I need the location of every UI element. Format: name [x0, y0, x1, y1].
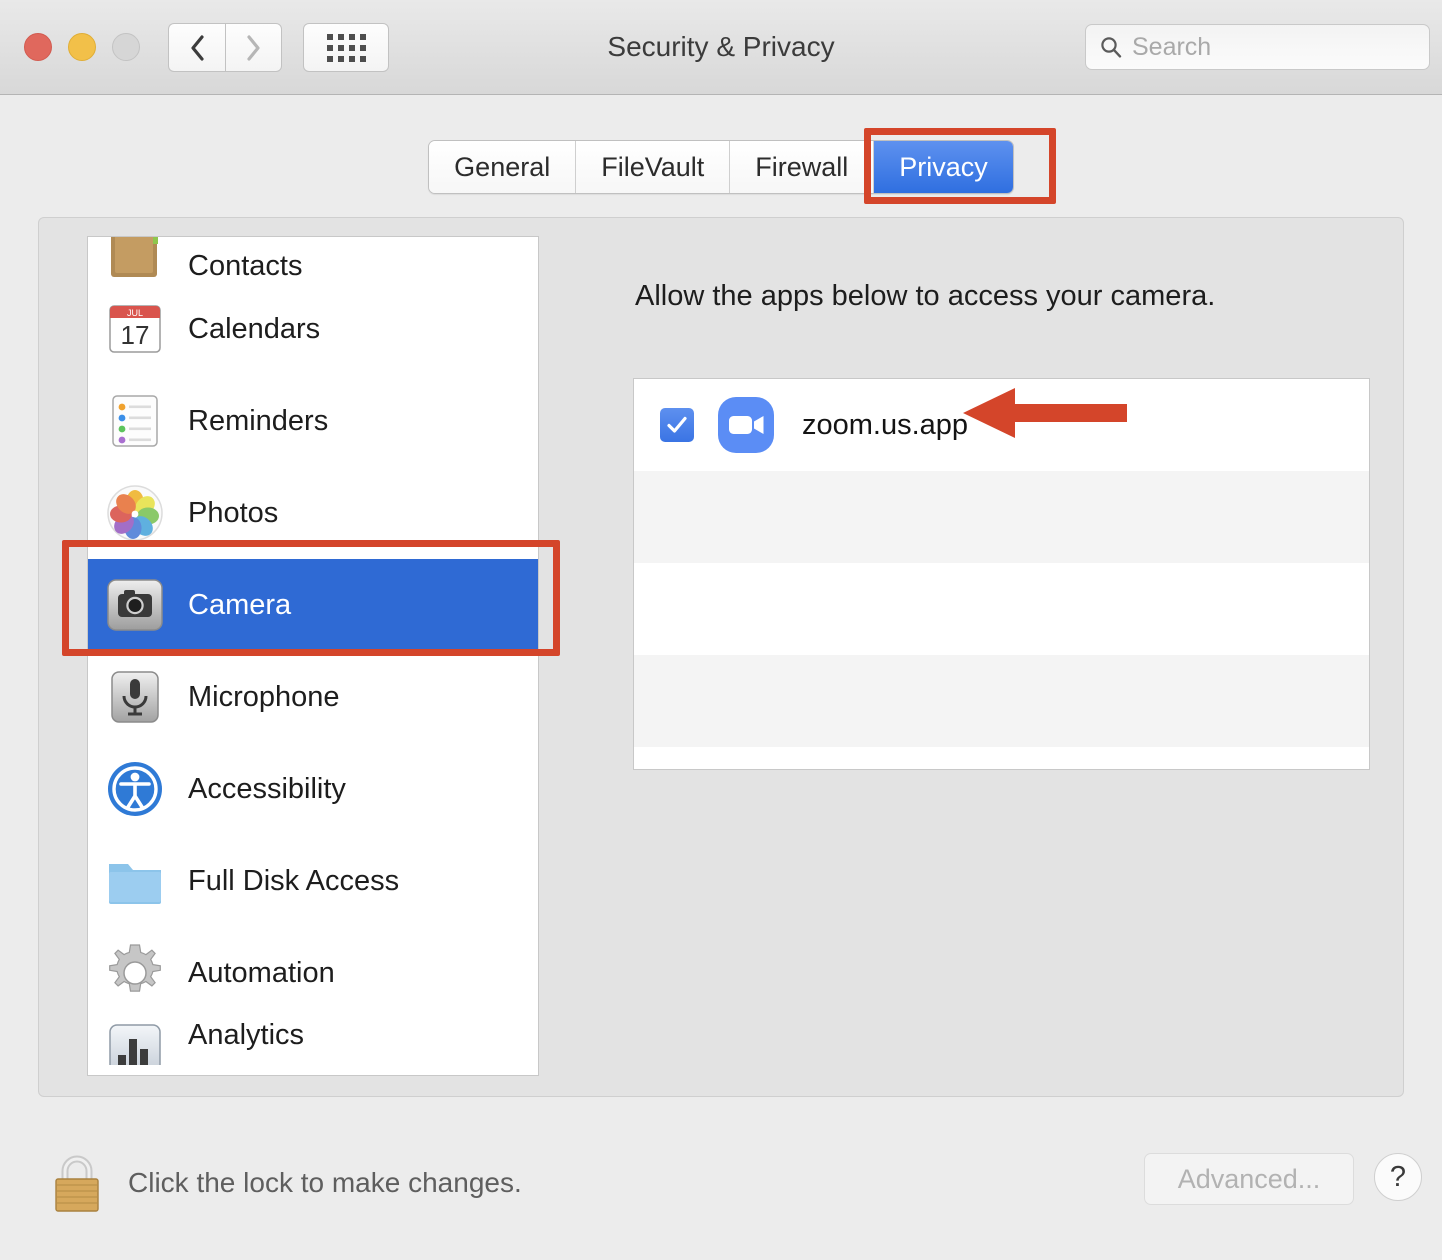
- privacy-category-list[interactable]: Contacts JUL 17 Calendars Reminders Phot…: [87, 236, 539, 1076]
- zoom-video-icon: [718, 397, 774, 453]
- sidebar-item-label: Full Disk Access: [188, 864, 400, 897]
- sidebar-item-label: Contacts: [188, 250, 303, 282]
- camera-access-pane: Allow the apps below to access your came…: [595, 236, 1390, 1076]
- checkmark-icon: [667, 416, 687, 433]
- search-icon: [1101, 37, 1122, 58]
- reminders-icon: [112, 395, 158, 447]
- privacy-panel: Contacts JUL 17 Calendars Reminders Phot…: [38, 217, 1404, 1097]
- tab-firewall[interactable]: Firewall: [730, 141, 875, 193]
- sidebar-item-automation[interactable]: Automation: [88, 927, 538, 1019]
- bottom-bar: Click the lock to make changes. Advanced…: [0, 1135, 1442, 1260]
- svg-text:JUL: JUL: [127, 308, 143, 318]
- app-checkbox[interactable]: [660, 408, 694, 442]
- sidebar-item-full-disk-access[interactable]: Full Disk Access: [88, 835, 538, 927]
- sidebar-item-camera[interactable]: Camera: [88, 559, 538, 651]
- sidebar-item-label: Analytics: [188, 1019, 305, 1051]
- analytics-icon: [109, 1024, 161, 1065]
- table-row[interactable]: [634, 747, 1369, 769]
- sidebar-item-label: Reminders: [188, 404, 329, 437]
- help-button[interactable]: ?: [1374, 1153, 1422, 1201]
- sidebar-item-contacts[interactable]: Contacts: [88, 237, 538, 283]
- gear-icon: [109, 944, 161, 992]
- advanced-button[interactable]: Advanced...: [1144, 1153, 1354, 1205]
- annotation-arrow-icon: [963, 388, 1127, 438]
- sidebar-item-microphone[interactable]: Microphone: [88, 651, 538, 743]
- accessibility-icon: [108, 762, 162, 816]
- table-row[interactable]: [634, 563, 1369, 655]
- title-bar: Security & Privacy Search: [0, 0, 1442, 95]
- tab-general[interactable]: General: [429, 141, 577, 193]
- lock-hint-text: Click the lock to make changes.: [128, 1167, 522, 1198]
- sidebar-item-calendars[interactable]: JUL 17 Calendars: [88, 283, 538, 375]
- sidebar-item-photos[interactable]: Photos: [88, 467, 538, 559]
- sidebar-item-analytics[interactable]: Analytics: [88, 1019, 538, 1065]
- tab-bar: General FileVault Firewall Privacy: [0, 140, 1442, 194]
- calendar-icon: JUL 17: [109, 305, 161, 353]
- microphone-icon: [111, 671, 159, 723]
- sidebar-item-label: Microphone: [188, 680, 340, 713]
- search-placeholder: Search: [1132, 32, 1212, 61]
- camera-icon: [107, 579, 163, 631]
- tab-filevault[interactable]: FileVault: [576, 141, 731, 193]
- sidebar-item-accessibility[interactable]: Accessibility: [88, 743, 538, 835]
- table-row[interactable]: [634, 471, 1369, 563]
- system-preferences-window: Security & Privacy Search General FileVa…: [0, 0, 1442, 1260]
- photos-icon: [107, 485, 163, 541]
- sidebar-item-label: Calendars: [188, 312, 321, 345]
- svg-text:17: 17: [121, 320, 150, 350]
- sidebar-item-label: Accessibility: [188, 772, 346, 805]
- contacts-icon: [111, 237, 158, 277]
- padlock-closed-icon[interactable]: [48, 1153, 106, 1215]
- sidebar-item-label: Photos: [188, 496, 279, 529]
- allow-description: Allow the apps below to access your came…: [635, 280, 1216, 312]
- tab-privacy[interactable]: Privacy: [874, 141, 1013, 193]
- folder-icon: [109, 864, 161, 904]
- table-row[interactable]: [634, 655, 1369, 747]
- sidebar-item-label: Camera: [188, 588, 292, 621]
- sidebar-item-label: Automation: [188, 956, 335, 989]
- search-field[interactable]: Search: [1085, 24, 1430, 70]
- sidebar-item-reminders[interactable]: Reminders: [88, 375, 538, 467]
- app-name: zoom.us.app: [802, 408, 969, 441]
